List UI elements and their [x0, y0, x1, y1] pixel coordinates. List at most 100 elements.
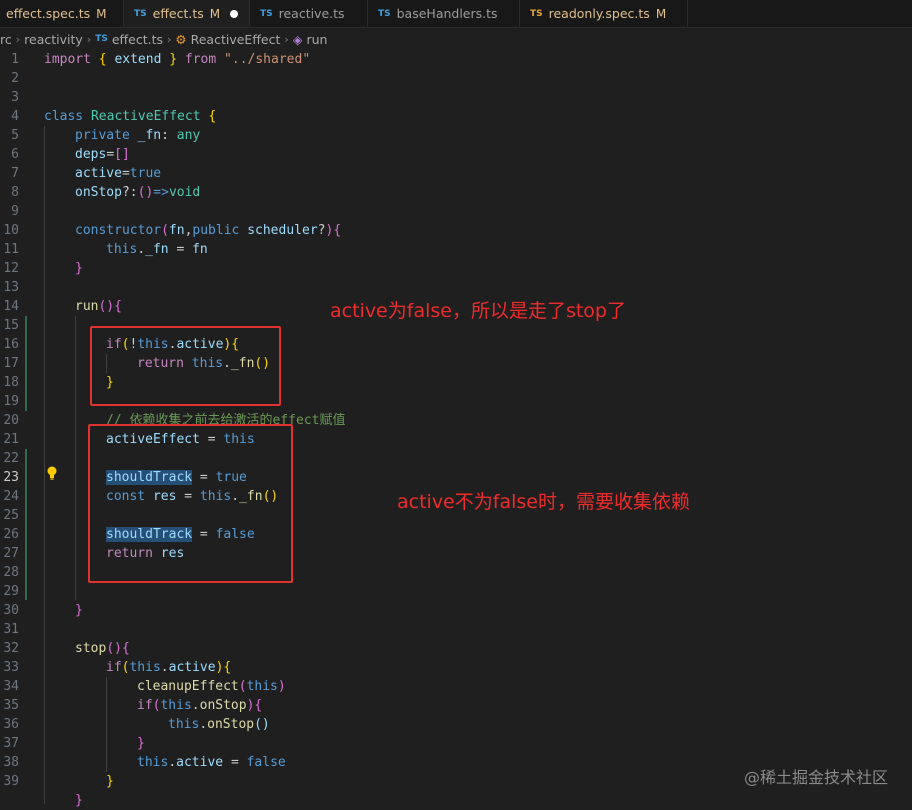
line-number: 30 [3, 603, 19, 618]
code-line-32[interactable]: stop(){ [75, 639, 130, 658]
line-number: 34 [3, 679, 19, 694]
line-number: 23 [3, 470, 19, 485]
tab-label: reactive.ts [278, 6, 345, 21]
line-number: 25 [3, 508, 19, 523]
modified-badge: M [96, 6, 107, 21]
line-number: 39 [3, 774, 19, 789]
line-number: 3 [11, 90, 19, 105]
line-number: 9 [11, 204, 19, 219]
breadcrumb-class[interactable]: ReactiveEffect [191, 32, 281, 47]
annotation-box [90, 326, 281, 406]
line-number: 24 [3, 489, 19, 504]
line-number: 16 [3, 337, 19, 352]
chevron-right-icon: › [15, 32, 21, 46]
typescript-icon: TS [95, 34, 108, 44]
tab-reactive[interactable]: TS reactive.ts [250, 0, 368, 27]
line-number: 2 [11, 71, 19, 86]
line-number: 19 [3, 394, 19, 409]
breadcrumb: rc › reactivity › TS effect.ts › ⚙ React… [0, 28, 912, 50]
line-number: 17 [3, 356, 19, 371]
line-number: 36 [3, 717, 19, 732]
tab-label: baseHandlers.ts [396, 6, 498, 21]
modified-badge: M [209, 6, 221, 21]
code-line-8[interactable]: onStop?:()=>void [75, 183, 200, 202]
line-number: 21 [3, 432, 19, 447]
line-number: 32 [3, 641, 19, 656]
line-number: 14 [3, 299, 19, 314]
line-number: 4 [11, 109, 19, 124]
tab-basehandlers[interactable]: TS baseHandlers.ts [368, 0, 520, 27]
code-line-7[interactable]: active=true [75, 164, 161, 183]
git-change-marker[interactable] [25, 316, 27, 411]
modified-badge: M [655, 6, 667, 21]
indent-guide [75, 316, 76, 600]
code-line-39[interactable]: } [106, 772, 114, 791]
code-line-30[interactable]: } [75, 601, 83, 620]
line-number: 15 [3, 318, 19, 333]
line-number: 35 [3, 698, 19, 713]
code-line-36[interactable]: this.onStop() [168, 715, 270, 734]
line-number: 12 [3, 261, 19, 276]
tab-readonly-spec[interactable]: TS readonly.spec.ts M [520, 0, 688, 27]
editor-tab-bar: effect.spec.ts M TS effect.ts M TS react… [0, 0, 912, 28]
line-number: 5 [11, 128, 19, 143]
line-number: 8 [11, 185, 19, 200]
line-number: 33 [3, 660, 19, 675]
lightbulb-icon[interactable] [46, 466, 58, 484]
tab-effect-spec[interactable]: effect.spec.ts M [0, 0, 124, 27]
code-line-33[interactable]: if(this.active){ [106, 658, 231, 677]
method-symbol-icon: ◈ [292, 31, 303, 47]
line-number: 26 [3, 527, 19, 542]
breadcrumb-file[interactable]: effect.ts [112, 32, 163, 47]
line-number: 11 [3, 242, 19, 257]
line-number: 28 [3, 565, 19, 580]
line-number: 1 [11, 52, 19, 67]
breadcrumb-folder[interactable]: reactivity [24, 32, 83, 47]
code-line-5[interactable]: private _fn: any [75, 126, 200, 145]
annotation-box [88, 424, 293, 583]
typescript-test-icon: TS [530, 8, 543, 19]
line-number: 29 [3, 584, 19, 599]
line-number: 18 [3, 375, 19, 390]
indent-guide [106, 677, 107, 772]
tab-label: effect.ts [152, 6, 204, 21]
code-line-35[interactable]: if(this.onStop){ [137, 696, 262, 715]
code-line-11[interactable]: this._fn = fn [106, 240, 208, 259]
code-line-10[interactable]: constructor(fn,public scheduler?){ [75, 221, 341, 240]
code-line-1[interactable]: import { extend } from "../shared" [44, 50, 310, 69]
line-number: 31 [3, 622, 19, 637]
code-line-4[interactable]: class ReactiveEffect { [44, 107, 216, 126]
annotation-text-bottom: active不为false时，需要收集依赖 [397, 491, 690, 513]
annotation-text-top: active为false，所以是走了stop了 [330, 300, 626, 322]
line-number: 38 [3, 755, 19, 770]
code-line-40[interactable]: } [75, 791, 83, 810]
line-number: 37 [3, 736, 19, 751]
chevron-right-icon: › [86, 32, 92, 46]
code-line-38[interactable]: this.active = false [137, 753, 286, 772]
breadcrumb-root[interactable]: rc [0, 32, 12, 47]
code-line-6[interactable]: deps=[] [75, 145, 130, 164]
watermark: @稀土掘金技术社区 [743, 768, 888, 787]
tab-label: effect.spec.ts [6, 6, 91, 21]
tab-label: readonly.spec.ts [548, 6, 650, 21]
line-number: 20 [3, 413, 19, 428]
code-line-14[interactable]: run(){ [75, 297, 122, 316]
line-number: 10 [3, 223, 19, 238]
tab-effect[interactable]: TS effect.ts M [124, 0, 250, 27]
indent-guide [44, 126, 45, 804]
class-symbol-icon: ⚙ [175, 31, 187, 47]
line-number: 7 [11, 166, 19, 181]
git-change-marker[interactable] [25, 449, 27, 600]
unsaved-dot-icon[interactable] [230, 9, 239, 18]
code-line-34[interactable]: cleanupEffect(this) [137, 677, 286, 696]
breadcrumb-method[interactable]: run [306, 32, 327, 47]
typescript-icon: TS [378, 8, 391, 19]
line-number: 13 [3, 280, 19, 295]
line-number: 22 [3, 451, 19, 466]
typescript-icon: TS [260, 8, 273, 19]
code-line-12[interactable]: } [75, 259, 83, 278]
line-number: 6 [11, 147, 19, 162]
chevron-right-icon: › [166, 32, 172, 46]
code-line-37[interactable]: } [137, 734, 145, 753]
chevron-right-icon: › [284, 32, 289, 46]
